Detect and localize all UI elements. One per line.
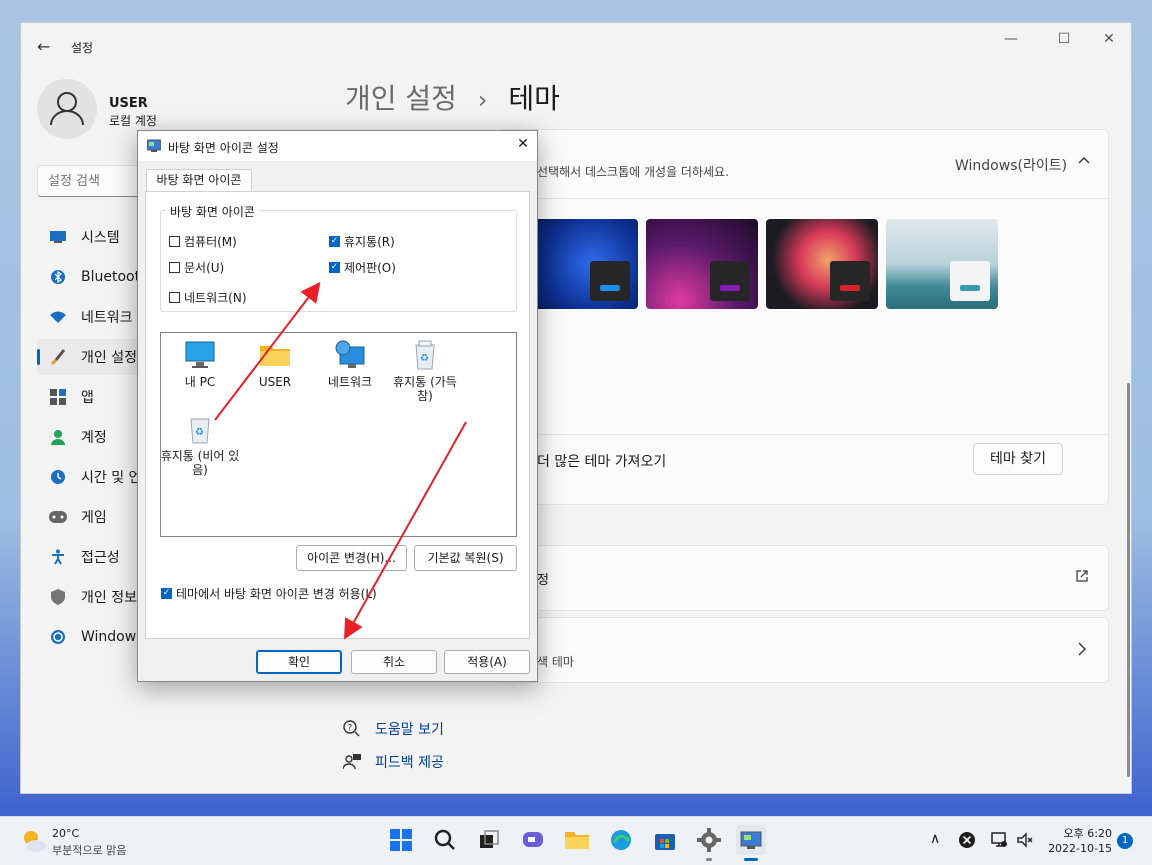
desktop-icon-settings-app-button[interactable] (736, 825, 766, 861)
volume-muted-icon (1017, 832, 1033, 848)
arrow-to-control-panel (214, 281, 321, 421)
teams-chat-icon (523, 832, 543, 847)
volume-tray-icon[interactable] (1016, 831, 1034, 849)
store-button[interactable] (650, 825, 680, 855)
security-tray-icon[interactable] (958, 831, 976, 849)
weather-widget[interactable] (20, 827, 48, 855)
network-tray-icon[interactable] (990, 831, 1008, 849)
clock-time[interactable]: 오후 6:20 (1046, 825, 1112, 841)
gear-icon (697, 828, 721, 852)
tray-overflow-button[interactable]: ∧ (930, 831, 940, 847)
task-view-button[interactable] (474, 825, 504, 855)
file-explorer-button[interactable] (562, 825, 592, 855)
folder-icon (565, 832, 589, 849)
notification-badge[interactable]: 1 (1117, 833, 1133, 849)
windows-logo-icon (390, 829, 412, 851)
active-indicator (744, 858, 758, 861)
search-icon (434, 829, 455, 850)
ethernet-icon (991, 832, 1007, 847)
search-button[interactable] (430, 825, 460, 855)
partly-sunny-icon (24, 831, 46, 852)
settings-app-button[interactable] (694, 825, 724, 861)
edge-icon (611, 830, 631, 850)
taskbar: 20°C 부분적으로 맑음 ∧ 오후 6:20 2022-10-15 1 (0, 816, 1152, 865)
weather-desc[interactable]: 부분적으로 맑음 (52, 842, 126, 858)
chat-button[interactable] (518, 825, 548, 855)
weather-temp[interactable]: 20°C (52, 827, 79, 840)
arrow-to-ok-button (344, 421, 467, 640)
start-button[interactable] (386, 825, 416, 855)
clock-date[interactable]: 2022-10-15 (1046, 842, 1112, 855)
store-icon (655, 834, 675, 850)
display-settings-icon (740, 831, 762, 849)
running-indicator (706, 858, 712, 861)
task-view-icon (480, 830, 499, 848)
close-circle-icon (959, 832, 975, 848)
annotation-arrows (214, 281, 467, 640)
edge-button[interactable] (606, 825, 636, 855)
